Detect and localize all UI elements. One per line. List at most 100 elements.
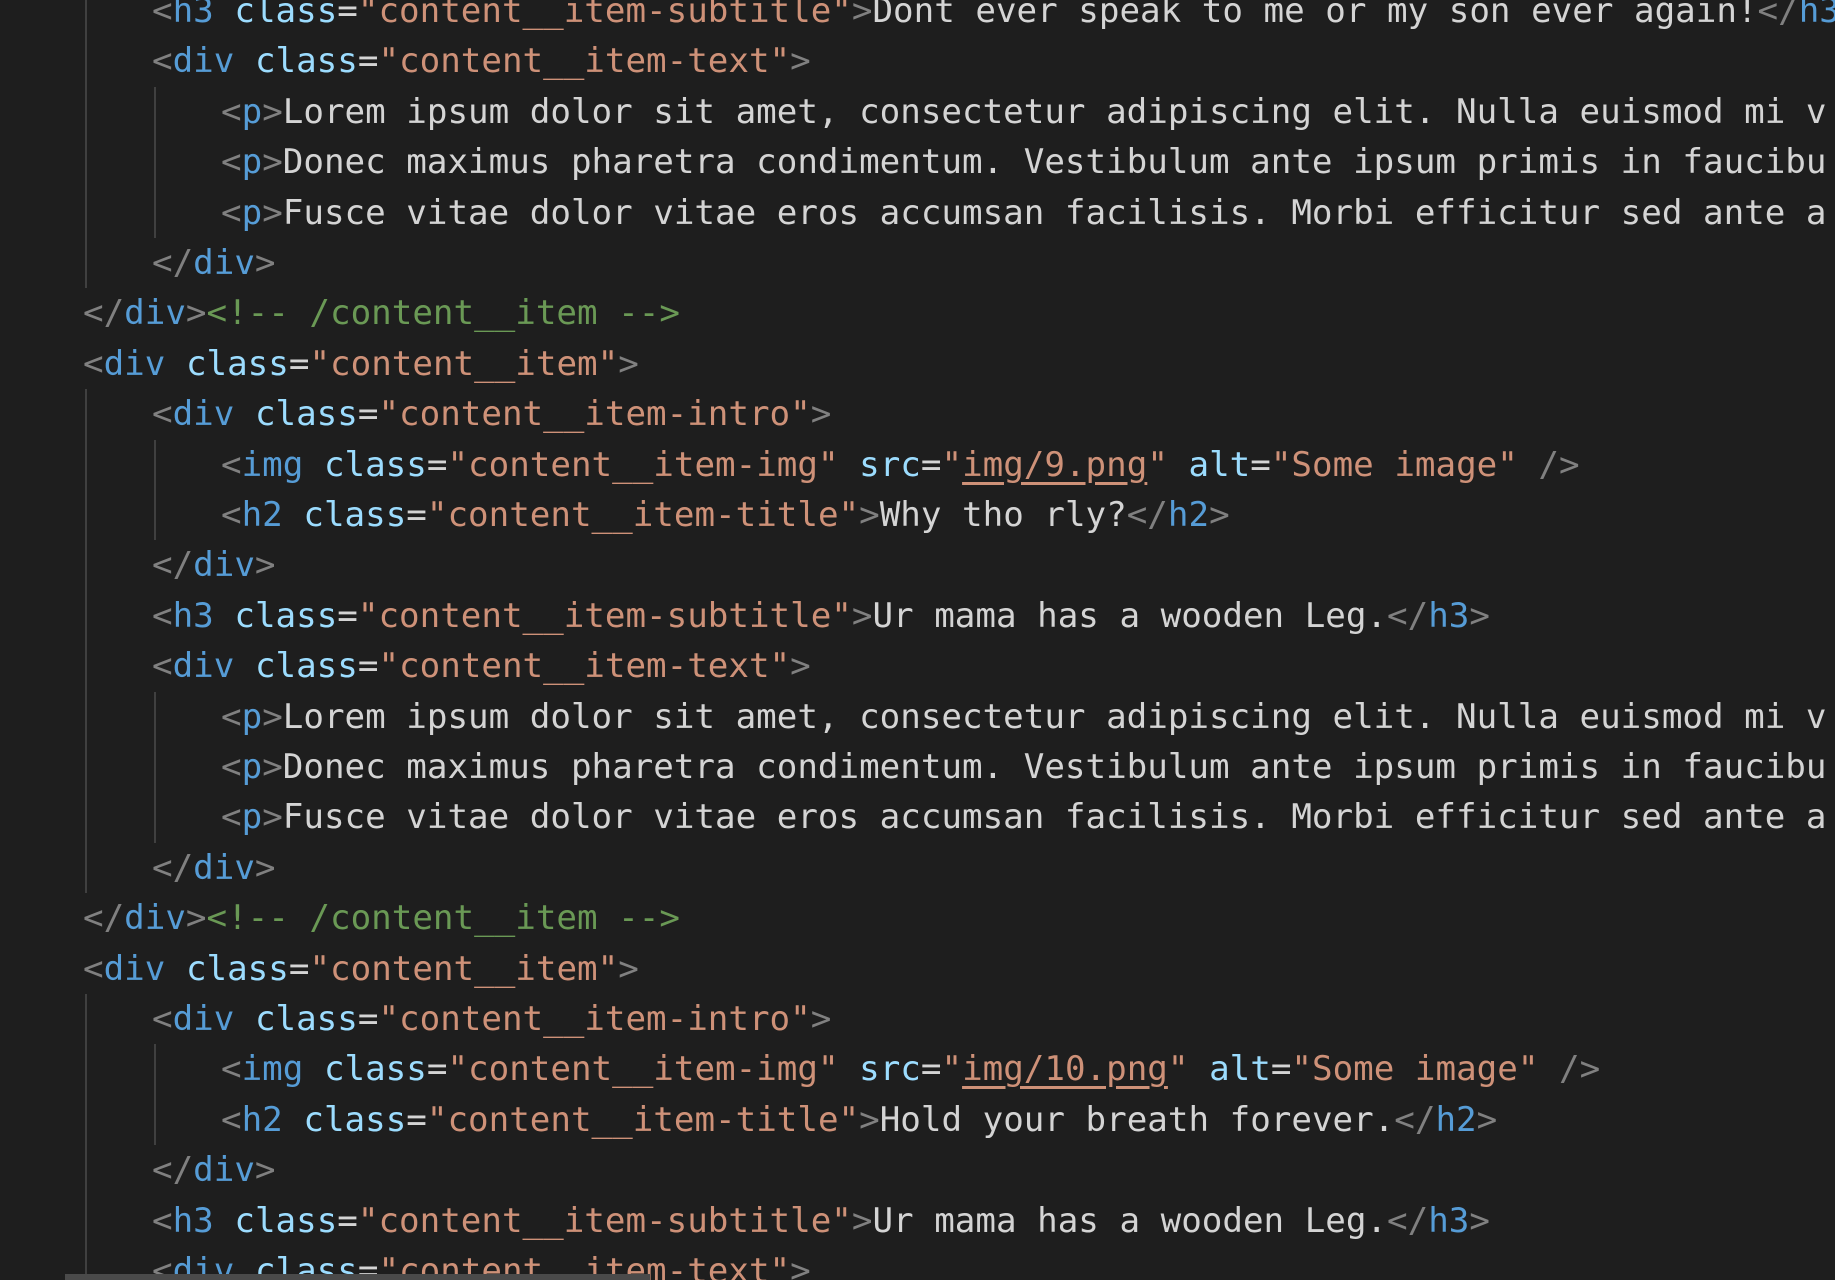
- code-line[interactable]: </div>: [152, 843, 276, 893]
- token-eq: =: [920, 444, 942, 485]
- token-attr: alt: [1188, 444, 1251, 485]
- token-attr: class: [303, 495, 407, 535]
- token-punct: >: [851, 0, 873, 31]
- token-text: Ur mama has a wooden Leg.: [872, 595, 1388, 636]
- token-attr: src: [859, 1049, 921, 1090]
- token-tag: p: [241, 192, 263, 233]
- code-line[interactable]: <div class="content__item">: [83, 339, 639, 389]
- token-link[interactable]: img/9.png: [962, 445, 1147, 485]
- token-punct: <: [152, 646, 173, 687]
- code-line[interactable]: </div><!-- /content__item -->: [83, 288, 680, 338]
- token-tag: h2: [1435, 1099, 1477, 1140]
- token-str: "Some image": [1291, 1049, 1539, 1090]
- code-line[interactable]: <h3 class="content__item-subtitle">Dont …: [152, 0, 1835, 36]
- token-punct: </: [83, 293, 125, 334]
- code-line[interactable]: </div><!-- /content__item -->: [83, 893, 680, 943]
- token-attr: alt: [1209, 1049, 1271, 1090]
- token-punct: >: [185, 898, 207, 939]
- token-text: Lorem ipsum dolor sit amet, consectetur …: [282, 696, 1827, 737]
- token-eq: =: [337, 0, 358, 31]
- indent-guide: [85, 389, 87, 894]
- code-editor[interactable]: <h3 class="content__item-subtitle">Dont …: [0, 0, 1835, 1280]
- token-str: ": [941, 1049, 963, 1090]
- token-tag: div: [193, 847, 255, 888]
- token-punct: <: [221, 444, 242, 485]
- token-punct: </: [83, 898, 125, 939]
- token-attr: src: [859, 444, 921, 485]
- token-str: ": [1147, 444, 1168, 485]
- code-line[interactable]: <h2 class="content__item-title">Hold you…: [221, 1095, 1497, 1145]
- indent-guide: [154, 439, 156, 541]
- code-line[interactable]: <p>Fusce vitae dolor vitae eros accumsan…: [221, 188, 1826, 238]
- token-tag: h3: [1428, 1200, 1470, 1241]
- code-line[interactable]: <div class="content__item-text">: [152, 641, 811, 691]
- token-str: ": [941, 444, 963, 485]
- horizontal-scrollbar[interactable]: [65, 1274, 650, 1280]
- token-punct: >: [618, 343, 639, 384]
- token-punct: >: [262, 142, 283, 183]
- code-line[interactable]: <h2 class="content__item-title">Why tho …: [221, 490, 1230, 540]
- code-line[interactable]: <img class="content__item-img" src="img/…: [221, 1044, 1600, 1094]
- indent-guide: [85, 0, 87, 289]
- token-str: "content__item": [309, 948, 619, 989]
- token-str: "content__item-subtitle": [357, 595, 852, 636]
- token-punct: >: [254, 1150, 276, 1191]
- token-attr: class: [323, 444, 427, 485]
- code-line[interactable]: <div class="content__item">: [83, 944, 639, 994]
- token-text: Lorem ipsum dolor sit amet, consectetur …: [282, 91, 1827, 132]
- token-eq: =: [406, 1099, 427, 1140]
- token-punct: >: [1209, 495, 1230, 535]
- token-tag: img: [241, 1049, 304, 1090]
- code-line[interactable]: <p>Donec maximus pharetra condimentum. V…: [221, 742, 1826, 792]
- token-punct: >: [262, 192, 283, 233]
- code-line[interactable]: </div>: [152, 540, 276, 590]
- token-punct: >: [859, 1099, 880, 1140]
- token-tag: div: [172, 646, 235, 687]
- code-line[interactable]: </div>: [152, 238, 276, 288]
- token-tag: div: [124, 898, 186, 939]
- token-punct: <: [221, 797, 242, 838]
- token-tag: p: [241, 747, 263, 787]
- token-eq: =: [357, 394, 379, 435]
- code-line[interactable]: <p>Fusce vitae dolor vitae eros accumsan…: [221, 792, 1826, 842]
- token-punct: <: [221, 142, 242, 183]
- token-eq: =: [357, 41, 379, 82]
- code-line[interactable]: <p>Lorem ipsum dolor sit amet, consectet…: [221, 87, 1826, 137]
- token-str: "content__item-intro": [378, 394, 811, 435]
- code-line[interactable]: <h3 class="content__item-subtitle">Ur ma…: [152, 591, 1490, 641]
- token-punct: >: [851, 1200, 873, 1241]
- token-punct: <: [152, 1200, 173, 1241]
- code-line[interactable]: <div class="content__item-intro">: [152, 994, 831, 1044]
- code-line[interactable]: <img class="content__item-img" src="img/…: [221, 440, 1580, 490]
- token-tag: div: [172, 394, 235, 435]
- token-punct: >: [790, 1251, 811, 1280]
- code-line[interactable]: <div class="content__item-text">: [152, 36, 811, 86]
- token-punct: <: [221, 495, 242, 535]
- token-punct: </: [152, 1150, 194, 1191]
- code-line[interactable]: <p>Donec maximus pharetra condimentum. V…: [221, 137, 1826, 187]
- code-line[interactable]: <p>Lorem ipsum dolor sit amet, consectet…: [221, 692, 1826, 742]
- code-line[interactable]: </div>: [152, 1145, 276, 1195]
- token-tag: h3: [1428, 595, 1470, 636]
- token-eq: =: [357, 646, 379, 687]
- token-eq: =: [288, 343, 310, 384]
- code-line[interactable]: <div class="content__item-intro">: [152, 389, 831, 439]
- code-line[interactable]: <h3 class="content__item-subtitle">Ur ma…: [152, 1196, 1490, 1246]
- token-tag: div: [124, 293, 186, 334]
- token-text: Ur mama has a wooden Leg.: [872, 1200, 1388, 1241]
- token-tag: h2: [1167, 495, 1210, 535]
- token-punct: <: [221, 696, 242, 737]
- token-tag: h3: [1798, 0, 1835, 31]
- token-attr: class: [185, 343, 289, 384]
- token-punct: >: [262, 747, 283, 787]
- token-link[interactable]: img/10.png: [962, 1049, 1168, 1089]
- token-tag: div: [193, 243, 255, 283]
